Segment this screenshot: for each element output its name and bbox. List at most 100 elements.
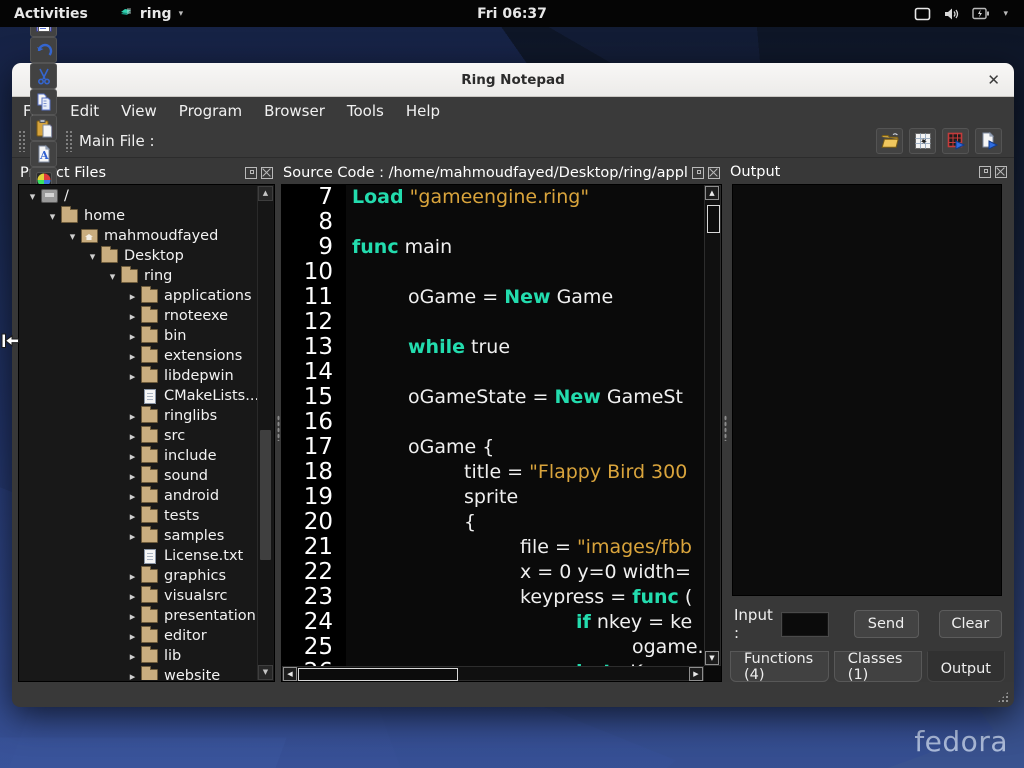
tree-item-sound[interactable]: ▸sound [20,466,258,486]
window-close-button[interactable]: ✕ [987,63,1000,96]
menu-program[interactable]: Program [168,97,253,125]
collapsed-arrow-icon[interactable]: ▸ [126,610,139,623]
scroll-left-icon[interactable]: ◀ [283,667,297,681]
resize-grip[interactable] [997,691,1009,703]
undo-button[interactable] [30,37,57,63]
editor-vscroll-thumb[interactable] [707,205,720,233]
system-tray[interactable]: ▾ [914,0,1008,27]
open-main-file-button[interactable] [876,128,903,154]
collapsed-arrow-icon[interactable]: ▸ [126,430,139,443]
code-line-15[interactable]: 15oGameState = New GameSt [282,385,704,410]
close-panel-icon[interactable] [708,167,720,179]
code-line-13[interactable]: 13while true [282,335,704,360]
collapsed-arrow-icon[interactable]: ▸ [126,470,139,483]
collapsed-arrow-icon[interactable]: ▸ [126,310,139,323]
collapsed-arrow-icon[interactable]: ▸ [126,370,139,383]
tree-item-desktop[interactable]: ▾Desktop [20,246,258,266]
paste-button[interactable] [30,115,57,141]
menu-help[interactable]: Help [395,97,451,125]
code-line-25[interactable]: 25ogame. [282,635,704,660]
code-line-11[interactable]: 11oGame = New Game [282,285,704,310]
collapsed-arrow-icon[interactable]: ▸ [126,330,139,343]
tree-scroll-thumb[interactable] [260,430,271,560]
code-line-24[interactable]: 24if nkey = ke [282,610,704,635]
tree-scrollbar[interactable]: ▲ ▼ [257,186,273,680]
tree-item-bin[interactable]: ▸bin [20,326,258,346]
tree-item-visualsrc[interactable]: ▸visualsrc [20,586,258,606]
tree-item-presentation[interactable]: ▸presentation [20,606,258,626]
float-panel-icon[interactable] [692,167,704,179]
tree-item-samples[interactable]: ▸samples [20,526,258,546]
close-panel-icon[interactable] [261,167,273,179]
code-line-7[interactable]: 7Load "gameengine.ring" [282,185,704,210]
clear-button[interactable]: Clear [939,610,1002,638]
cut-button[interactable] [30,63,57,89]
code-line-18[interactable]: 18title = "Flappy Bird 300 [282,460,704,485]
menu-view[interactable]: View [110,97,168,125]
window-titlebar[interactable]: Ring Notepad ✕ [12,63,1014,97]
run-gui-main-button[interactable] [942,128,969,154]
form-designer-main-button[interactable] [909,128,936,154]
scroll-up-icon[interactable]: ▲ [705,186,719,200]
collapsed-arrow-icon[interactable]: ▸ [126,590,139,603]
code-line-20[interactable]: 20{ [282,510,704,535]
float-panel-icon[interactable] [979,166,991,178]
tree-item-applications[interactable]: ▸applications [20,286,258,306]
collapsed-arrow-icon[interactable]: ▸ [126,350,139,363]
tree-item-graphics[interactable]: ▸graphics [20,566,258,586]
tree-item-cmakelists-[interactable]: CMakeLists.... [20,386,258,406]
tree-item-lib[interactable]: ▸lib [20,646,258,666]
code-line-22[interactable]: 22x = 0 y=0 width= [282,560,704,585]
tree-item-src[interactable]: ▸src [20,426,258,446]
scroll-down-icon[interactable]: ▼ [705,651,719,665]
copy-button[interactable] [30,89,57,115]
expanded-arrow-icon[interactable]: ▾ [86,250,99,263]
code-line-19[interactable]: 19sprite [282,485,704,510]
collapsed-arrow-icon[interactable]: ▸ [126,570,139,583]
float-panel-icon[interactable] [245,167,257,179]
tree-item-include[interactable]: ▸include [20,446,258,466]
send-button[interactable]: Send [854,610,919,638]
tree-item-extensions[interactable]: ▸extensions [20,346,258,366]
activities-button[interactable]: Activities [0,6,102,22]
collapsed-arrow-icon[interactable]: ▸ [126,630,139,643]
expanded-arrow-icon[interactable]: ▾ [46,210,59,223]
toolbar-grip[interactable] [18,130,26,152]
collapsed-arrow-icon[interactable]: ▸ [126,290,139,303]
tree-item-home[interactable]: ▾home [20,206,258,226]
menu-tools[interactable]: Tools [336,97,395,125]
tree-item-website[interactable]: ▸website [20,666,258,680]
collapsed-arrow-icon[interactable]: ▸ [126,650,139,663]
run-main-button[interactable] [975,128,1002,154]
tree-item-ringlibs[interactable]: ▸ringlibs [20,406,258,426]
panel-splitter[interactable] [722,161,728,682]
tree-item-rnoteexe[interactable]: ▸rnoteexe [20,306,258,326]
scroll-down-icon[interactable]: ▼ [258,665,273,680]
expanded-arrow-icon[interactable]: ▾ [106,270,119,283]
tree-item-mahmoudfayed[interactable]: ▾mahmoudfayed [20,226,258,246]
console-input[interactable] [782,613,827,636]
scroll-right-icon[interactable]: ▶ [689,667,703,681]
editor-hscroll-thumb[interactable] [298,668,458,681]
code-editor[interactable]: 7Load "gameengine.ring"89func main1011oG… [281,184,722,682]
code-line-16[interactable]: 16 [282,410,704,435]
tab-output[interactable]: Output [927,651,1005,682]
collapsed-arrow-icon[interactable]: ▸ [126,450,139,463]
app-menu[interactable]: ring ▾ [118,4,183,24]
collapsed-arrow-icon[interactable]: ▸ [126,510,139,523]
tree-item--[interactable]: ▾/ [20,186,258,206]
code-line-9[interactable]: 9func main [282,235,704,260]
editor-vscrollbar[interactable]: ▲ ▼ [704,185,721,666]
close-panel-icon[interactable] [995,166,1007,178]
output-console[interactable] [732,184,1002,596]
code-line-14[interactable]: 14 [282,360,704,385]
collapsed-arrow-icon[interactable]: ▸ [126,490,139,503]
code-line-23[interactable]: 23keypress = func ( [282,585,704,610]
code-line-21[interactable]: 21file = "images/fbb [282,535,704,560]
font-button[interactable]: A [30,141,57,167]
editor-hscrollbar[interactable]: ◀ ▶ [282,666,704,681]
expanded-arrow-icon[interactable]: ▾ [66,230,79,243]
code-line-10[interactable]: 10 [282,260,704,285]
tab-functions-4[interactable]: Functions (4) [730,651,829,682]
collapsed-arrow-icon[interactable]: ▸ [126,670,139,681]
